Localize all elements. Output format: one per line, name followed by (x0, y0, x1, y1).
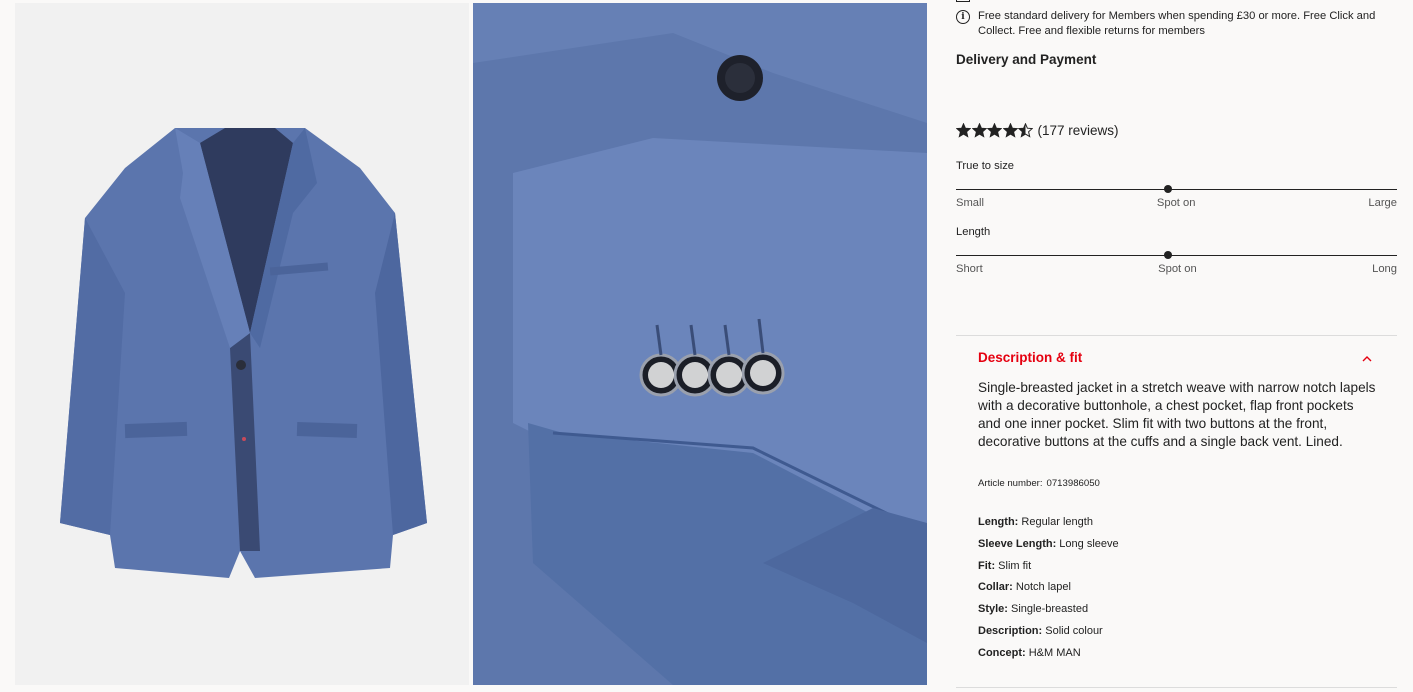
attribute-value: Regular length (1018, 516, 1093, 528)
product-image-sleeve-detail[interactable] (473, 3, 927, 685)
fit-scale-track (956, 255, 1397, 256)
attribute-row: Length: Regular length (978, 512, 1119, 534)
fit-scale-track (956, 189, 1397, 190)
fit-label-mid: Spot on (1158, 263, 1197, 275)
attribute-label: Description: (978, 624, 1043, 637)
fit-title: Length (956, 226, 991, 238)
delivery-note: i Free standard delivery for Members whe… (956, 9, 1397, 39)
attribute-row: Style: Single-breasted (978, 599, 1119, 621)
star-icon (987, 123, 1002, 138)
fit-title: True to size (956, 160, 1015, 172)
attribute-label: Fit: (978, 559, 996, 572)
delivery-and-payment-link[interactable]: Delivery and Payment (956, 52, 1096, 67)
attribute-label: Length: (978, 516, 1019, 528)
attribute-label: Concept: (978, 646, 1026, 659)
description-accordion-toggle[interactable]: Description & fit (978, 350, 1396, 365)
attribute-label: Style: (978, 603, 1008, 616)
fit-label-mid: Spot on (1156, 197, 1196, 209)
divider (956, 335, 1397, 336)
description-text: Single-breasted jacket in a stretch weav… (978, 380, 1376, 449)
info-icon: i (956, 10, 970, 24)
attribute-value: Notch lapel (1012, 581, 1071, 594)
fit-label-left: Short (956, 263, 983, 275)
rating[interactable]: (177 reviews) (956, 123, 1119, 138)
fit-label-right: Large (1368, 197, 1397, 209)
rating-stars (956, 123, 1034, 138)
fit-label-left: Small (956, 197, 984, 209)
accordion-title: Description & fit (978, 350, 1083, 365)
store-icon (956, 0, 970, 2)
article-number-value: 0713986050 (1046, 478, 1100, 489)
star-icon (971, 123, 987, 138)
delivery-note-text: Free standard delivery for Members when … (978, 10, 1376, 37)
attribute-list: Length: Regular length Sleeve Length: Lon… (978, 512, 1119, 665)
attribute-value: Single-breasted (1007, 603, 1089, 616)
fit-label-right: Long (1372, 263, 1397, 275)
divider (956, 687, 1397, 688)
attribute-row: Sleeve Length: Long sleeve (978, 534, 1119, 556)
attribute-value: H&M MAN (1025, 646, 1081, 659)
attribute-row: Description: Solid colour (978, 621, 1119, 643)
product-image-jacket[interactable] (15, 3, 469, 685)
reviews-link[interactable]: (177 reviews) (1038, 123, 1119, 138)
fit-length: Length Short Spot on Long (956, 226, 1397, 286)
product-details-panel: i Free standard delivery for Members whe… (956, 0, 1397, 692)
attribute-row: Collar: Notch lapel (978, 577, 1119, 599)
fit-true-to-size: True to size Small Spot on Large (956, 160, 1397, 220)
attribute-label: Sleeve Length: (978, 537, 1057, 550)
star-icon (956, 123, 971, 138)
chevron-up-icon (1362, 356, 1372, 362)
attribute-row: Fit: Slim fit (978, 556, 1119, 578)
attribute-row: Concept: H&M MAN (978, 643, 1119, 665)
fit-indicator (1163, 251, 1172, 259)
attribute-value: Solid colour (1042, 624, 1103, 637)
article-number: Article number: 0713986050 (978, 478, 1104, 489)
attribute-value: Long sleeve (1056, 537, 1119, 550)
attribute-value: Slim fit (995, 559, 1032, 572)
attribute-label: Collar: (978, 581, 1013, 594)
fit-indicator (1163, 185, 1172, 193)
star-icon (1018, 123, 1033, 138)
star-icon (1002, 123, 1018, 138)
article-number-label: Article number: (978, 478, 1043, 489)
